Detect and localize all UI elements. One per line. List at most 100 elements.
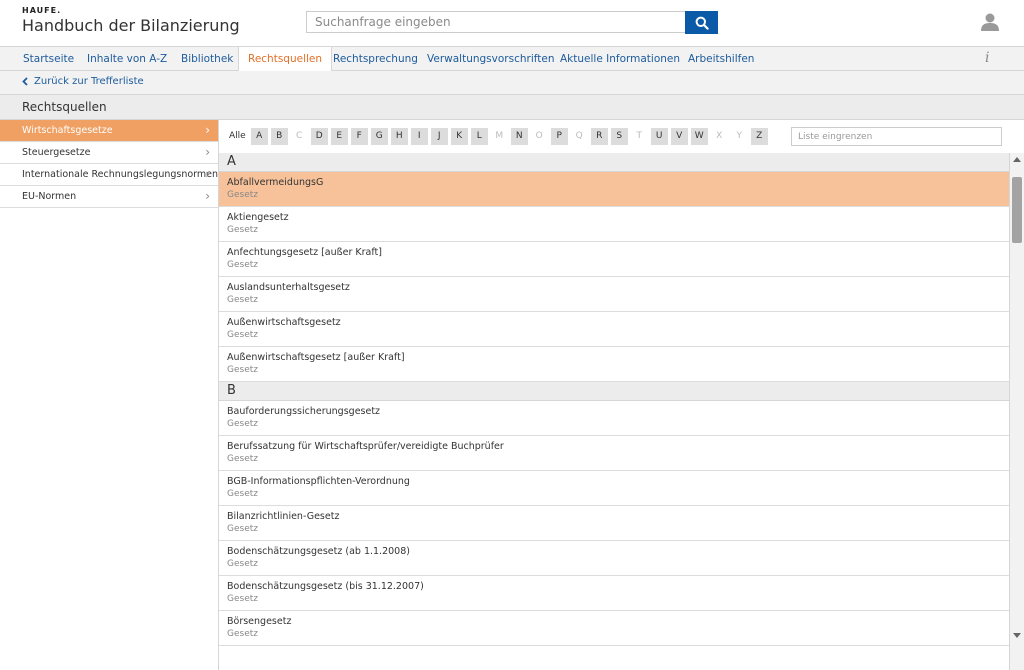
list-item-title: Außenwirtschaftsgesetz: [227, 317, 341, 328]
list-item[interactable]: AbfallvermeidungsG Gesetz: [219, 172, 1009, 207]
nav-aktuelle-informationen[interactable]: Aktuelle Informationen: [551, 47, 689, 71]
app-header: HAUFE. Handbuch der Bilanzierung: [0, 0, 1024, 46]
chevron-right-icon: ›: [205, 189, 210, 203]
sidebar-item-steuergesetze[interactable]: Steuergesetze ›: [0, 142, 218, 164]
group-header-a: A: [219, 153, 1009, 172]
list-item-type: Gesetz: [227, 629, 258, 639]
letter-filter-e[interactable]: E: [330, 128, 348, 145]
chevron-left-icon: [22, 77, 28, 86]
letter-filter-r[interactable]: R: [590, 128, 608, 145]
letter-filter-q: Q: [575, 131, 583, 141]
list-filter-input[interactable]: [791, 127, 1002, 146]
letter-filter-i[interactable]: I: [410, 128, 428, 145]
letter-filter-j[interactable]: J: [430, 128, 448, 145]
list-item-type: Gesetz: [227, 295, 258, 305]
letter-filter-b[interactable]: B: [270, 128, 288, 145]
sidebar-item-internationale-rechnungslegungsnormen[interactable]: Internationale Rechnungslegungsnormen ›: [0, 164, 218, 186]
letter-filter-h[interactable]: H: [390, 128, 408, 145]
list-item-type: Gesetz: [227, 559, 258, 569]
list-item-title: Bodenschätzungsgesetz (ab 1.1.2008): [227, 546, 410, 557]
list-scrollbar[interactable]: [1010, 153, 1024, 670]
letter-filter-all[interactable]: Alle: [227, 128, 248, 145]
list-item[interactable]: Außenwirtschaftsgesetz [außer Kraft] Gese…: [219, 347, 1009, 382]
page-title: Rechtsquellen: [22, 100, 107, 114]
list-item[interactable]: Berufssatzung für Wirtschaftsprüfer/vere…: [219, 436, 1009, 471]
sidebar-item-label: EU-Normen: [22, 191, 77, 202]
letter-filter-n[interactable]: N: [510, 128, 528, 145]
group-header-b: B: [219, 382, 1009, 401]
scroll-up-arrow-icon[interactable]: [1013, 157, 1021, 162]
list-item-title: Aktiengesetz: [227, 212, 289, 223]
list-item[interactable]: Außenwirtschaftsgesetz Gesetz: [219, 312, 1009, 347]
list-item[interactable]: Aktiengesetz Gesetz: [219, 207, 1009, 242]
info-icon[interactable]: i: [985, 50, 989, 66]
list-item-title: Außenwirtschaftsgesetz [außer Kraft]: [227, 352, 405, 363]
letter-filter-g[interactable]: G: [370, 128, 388, 145]
list-item-type: Gesetz: [227, 330, 258, 340]
search-button[interactable]: [685, 11, 718, 34]
letter-filter-k[interactable]: K: [450, 128, 468, 145]
list-item-title: BGB-Informationspflichten-Verordnung: [227, 476, 410, 487]
list-item-title: AbfallvermeidungsG: [227, 177, 324, 188]
letter-filter-u[interactable]: U: [650, 128, 668, 145]
nav-verwaltungsvorschriften[interactable]: Verwaltungsvorschriften: [418, 47, 563, 71]
nav-rechtsquellen[interactable]: Rechtsquellen: [238, 47, 333, 72]
sidebar-item-eu-normen[interactable]: EU-Normen ›: [0, 186, 218, 208]
list-item-title: Börsengesetz: [227, 616, 292, 627]
letter-filter-d[interactable]: D: [310, 128, 328, 145]
main-nav: Startseite Inhalte von A-Z Bibliothek Re…: [0, 46, 1024, 72]
list-item[interactable]: BGB-Informationspflichten-Verordnung Gese…: [219, 471, 1009, 506]
section-header: Rechtsquellen: [0, 95, 1024, 120]
brand-logo: HAUFE.: [22, 6, 62, 15]
list-item-type: Gesetz: [227, 419, 258, 429]
back-link-label: Zurück zur Trefferliste: [34, 76, 144, 87]
scrollbar-thumb[interactable]: [1012, 177, 1022, 243]
list-item[interactable]: Auslandsunterhaltsgesetz Gesetz: [219, 277, 1009, 312]
letter-filter-t: T: [636, 131, 642, 141]
nav-rechtsprechung[interactable]: Rechtsprechung: [324, 47, 427, 71]
nav-arbeitshilfen[interactable]: Arbeitshilfen: [679, 47, 763, 71]
list-item-title: Bauforderungssicherungsgesetz: [227, 406, 381, 417]
sidebar-item-label: Internationale Rechnungslegungsnormen: [22, 169, 219, 180]
letter-filter-x: X: [716, 131, 723, 141]
letter-filter-z[interactable]: Z: [750, 128, 768, 145]
sidebar-item-label: Wirtschaftsgesetze: [22, 125, 113, 136]
back-bar: Zurück zur Trefferliste: [0, 71, 1024, 95]
list-item[interactable]: Bodenschätzungsgesetz (bis 31.12.2007) Ge…: [219, 576, 1009, 611]
letter-filter-s[interactable]: S: [610, 128, 628, 145]
search-icon: [695, 16, 709, 30]
letter-filter-v[interactable]: V: [670, 128, 688, 145]
list-item[interactable]: Anfechtungsgesetz [außer Kraft] Gesetz: [219, 242, 1009, 277]
nav-startseite[interactable]: Startseite: [14, 47, 83, 71]
list-item-title: Anfechtungsgesetz [außer Kraft]: [227, 247, 382, 258]
list-item[interactable]: Bodenschätzungsgesetz (ab 1.1.2008) Geset…: [219, 541, 1009, 576]
app-title: Handbuch der Bilanzierung: [22, 16, 240, 35]
list-item-type: Gesetz: [227, 225, 258, 235]
list-item[interactable]: Bilanzrichtlinien-Gesetz Gesetz: [219, 506, 1009, 541]
letter-filter-w[interactable]: W: [690, 128, 708, 145]
law-list: A AbfallvermeidungsG Gesetz Aktiengesetz Ges…: [219, 153, 1010, 670]
list-item-title: Bilanzrichtlinien-Gesetz: [227, 511, 340, 522]
nav-bibliothek[interactable]: Bibliothek: [172, 47, 242, 71]
user-icon[interactable]: [980, 12, 1000, 32]
letter-filter-a[interactable]: A: [250, 128, 268, 145]
letter-filter-l[interactable]: L: [470, 128, 488, 145]
list-item-type: Gesetz: [227, 489, 258, 499]
list-item-title: Bodenschätzungsgesetz (bis 31.12.2007): [227, 581, 424, 592]
scroll-down-arrow-icon[interactable]: [1013, 633, 1021, 638]
letter-filter-p[interactable]: P: [550, 128, 568, 145]
chevron-right-icon: ›: [205, 145, 210, 159]
list-item[interactable]: Börsengesetz Gesetz: [219, 611, 1009, 646]
list-item-type: Gesetz: [227, 260, 258, 270]
list-item-type: Gesetz: [227, 594, 258, 604]
chevron-right-icon: ›: [205, 123, 210, 137]
letter-filter-f[interactable]: F: [350, 128, 368, 145]
nav-inhalte-a-z[interactable]: Inhalte von A-Z: [78, 47, 176, 71]
search-input[interactable]: [306, 11, 686, 33]
list-item-type: Gesetz: [227, 365, 258, 375]
list-item[interactable]: Bauforderungssicherungsgesetz Gesetz: [219, 401, 1009, 436]
letter-filter-c: C: [296, 131, 303, 141]
sidebar-item-wirtschaftsgesetze[interactable]: Wirtschaftsgesetze ›: [0, 120, 218, 142]
letter-filter-m: M: [495, 131, 504, 141]
back-to-results-link[interactable]: Zurück zur Trefferliste: [22, 76, 144, 87]
